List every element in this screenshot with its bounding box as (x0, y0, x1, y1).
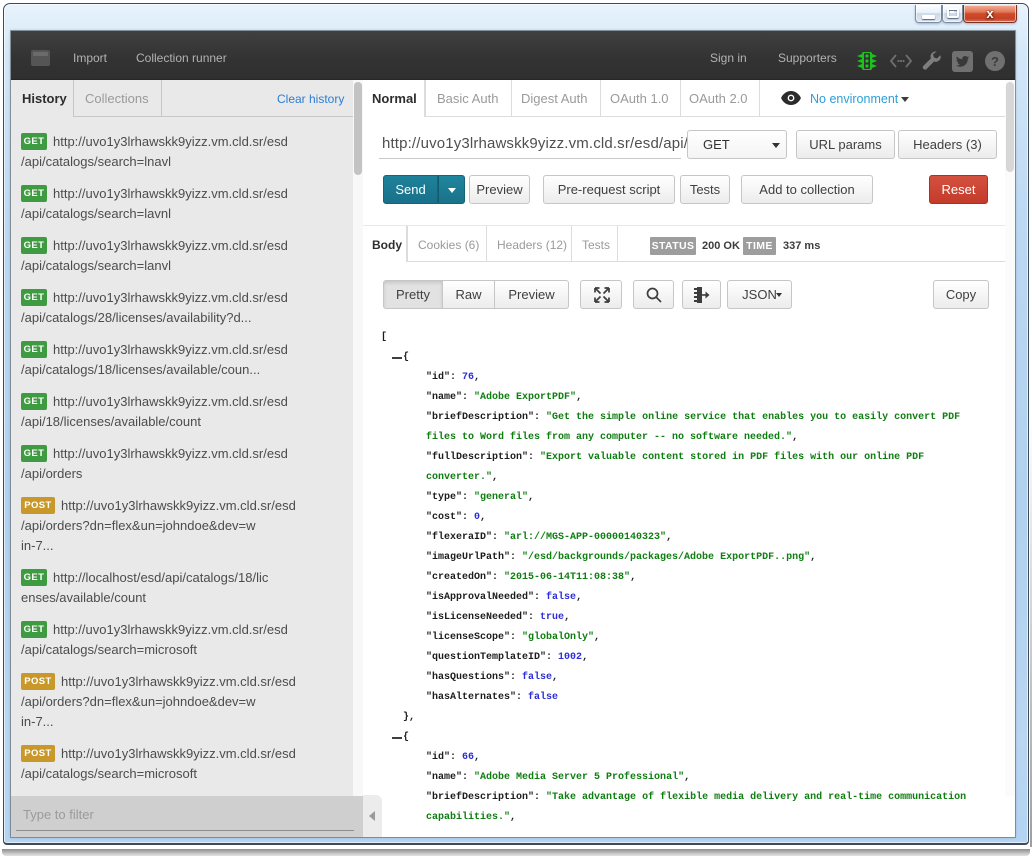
svg-text:?: ? (991, 54, 999, 69)
